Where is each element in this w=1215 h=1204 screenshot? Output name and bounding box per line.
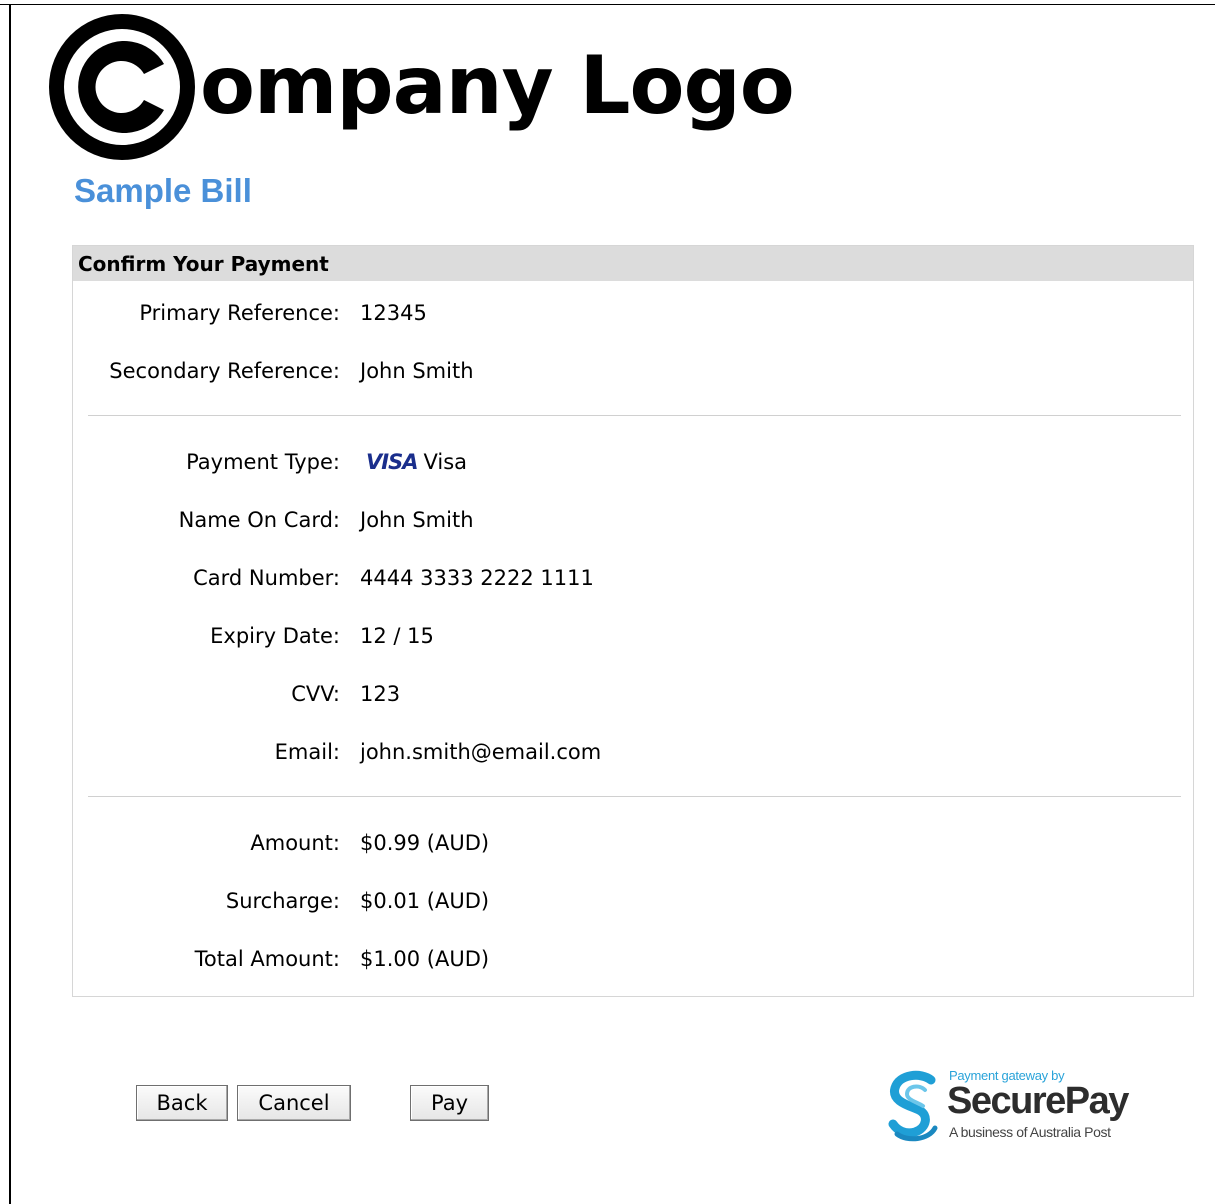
card-number-label: Card Number: xyxy=(193,566,340,590)
secondary-reference-value: John Smith xyxy=(360,359,474,383)
amount-value: $0.99 (AUD) xyxy=(360,831,490,855)
primary-reference-value: 12345 xyxy=(360,301,427,325)
total-amount-value: $1.00 (AUD) xyxy=(360,947,490,971)
back-button[interactable]: Back xyxy=(136,1085,228,1121)
section-divider xyxy=(88,415,1181,416)
primary-reference-row: Primary Reference: 12345 xyxy=(73,293,1193,333)
copyright-c-icon xyxy=(49,14,195,160)
name-on-card-label: Name On Card: xyxy=(178,508,340,532)
card-number-row: Card Number: 4444 3333 2222 1111 xyxy=(73,558,1193,598)
amount-row: Amount: $0.99 (AUD) xyxy=(73,823,1193,863)
cancel-button[interactable]: Cancel xyxy=(237,1085,351,1121)
primary-reference-label: Primary Reference: xyxy=(139,301,340,325)
expiry-date-value: 12 / 15 xyxy=(360,624,434,648)
surcharge-row: Surcharge: $0.01 (AUD) xyxy=(73,881,1193,921)
panel-header: Confirm Your Payment xyxy=(73,246,1193,281)
company-logo: ompany Logo xyxy=(48,12,795,162)
window-left-border xyxy=(9,4,11,1204)
confirm-payment-panel: Confirm Your Payment Primary Reference: … xyxy=(72,245,1194,997)
total-amount-label: Total Amount: xyxy=(194,947,340,971)
section-divider xyxy=(88,796,1181,797)
email-value: john.smith@email.com xyxy=(360,740,602,764)
cvv-label: CVV: xyxy=(291,682,340,706)
payment-type-row: Payment Type: VISA Visa xyxy=(73,442,1193,482)
logo-text: ompany Logo xyxy=(200,39,795,132)
payment-type-value: Visa xyxy=(423,450,468,474)
securepay-subline: A business of Australia Post xyxy=(949,1124,1111,1140)
window-top-border xyxy=(0,4,1215,5)
email-label: Email: xyxy=(274,740,340,764)
visa-logo-icon: VISA xyxy=(366,450,418,474)
card-number-value: 4444 3333 2222 1111 xyxy=(360,566,594,590)
page-title: Sample Bill xyxy=(74,172,252,209)
total-amount-row: Total Amount: $1.00 (AUD) xyxy=(73,939,1193,979)
surcharge-label: Surcharge: xyxy=(225,889,340,913)
payment-type-label: Payment Type: xyxy=(186,450,340,474)
surcharge-value: $0.01 (AUD) xyxy=(360,889,490,913)
securepay-name: SecurePay xyxy=(947,1080,1129,1122)
name-on-card-row: Name On Card: John Smith xyxy=(73,500,1193,540)
securepay-s-icon xyxy=(888,1070,938,1142)
cvv-value: 123 xyxy=(360,682,401,706)
email-row: Email: john.smith@email.com xyxy=(73,732,1193,772)
secondary-reference-row: Secondary Reference: John Smith xyxy=(73,351,1193,391)
secondary-reference-label: Secondary Reference: xyxy=(109,359,340,383)
amount-label: Amount: xyxy=(250,831,340,855)
expiry-date-row: Expiry Date: 12 / 15 xyxy=(73,616,1193,656)
expiry-date-label: Expiry Date: xyxy=(210,624,340,648)
securepay-badge: Payment gateway by SecurePay A business … xyxy=(887,1068,1147,1146)
payment-type-value-wrap: VISA Visa xyxy=(360,442,467,482)
cvv-row: CVV: 123 xyxy=(73,674,1193,714)
name-on-card-value: John Smith xyxy=(360,508,474,532)
pay-button[interactable]: Pay xyxy=(410,1085,489,1121)
